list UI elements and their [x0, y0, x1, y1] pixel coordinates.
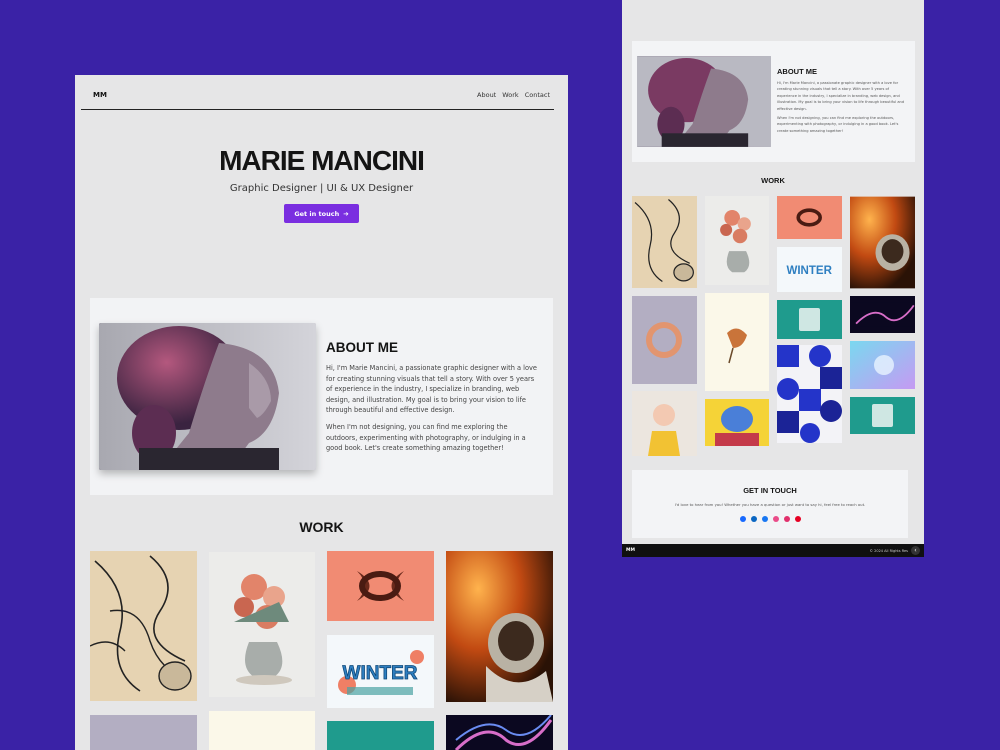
desktop-preview: MM About Work Contact MARIE MANCINI Grap…: [75, 75, 568, 750]
mobile-tile-lavender-ring[interactable]: [632, 296, 697, 384]
cta-label: Get in touch: [294, 209, 340, 218]
mobile-tile-astronaut[interactable]: [850, 196, 915, 289]
hero-subtitle: Graphic Designer | UI & UX Designer: [229, 183, 414, 194]
mobile-tile-bird[interactable]: [705, 293, 769, 391]
work-tile-floral-line-art[interactable]: [90, 551, 197, 701]
logo[interactable]: MM: [81, 89, 107, 99]
work-tile-lavender[interactable]: [90, 715, 197, 750]
work-tile-winter-type[interactable]: WINTER: [327, 635, 434, 708]
mobile-tile-packaging-2[interactable]: [850, 397, 915, 434]
portrait-illustration: [99, 323, 316, 470]
footer-logo[interactable]: MM: [626, 548, 635, 553]
mobile-tile-floral-line-art[interactable]: [632, 196, 697, 288]
footer: MM © 2024 All Rights Res ‹: [622, 544, 924, 557]
svg-text:WINTER: WINTER: [786, 265, 832, 277]
mobile-about-paragraph-1: Hi, I'm Marie Mancini, a passionate grap…: [777, 81, 905, 111]
mobile-tile-packaging[interactable]: [777, 300, 842, 339]
get-in-touch-button[interactable]: Get in touch ➔: [284, 204, 359, 223]
mobile-tile-character[interactable]: [705, 399, 769, 446]
footer-copyright: © 2024 All Rights Res: [869, 548, 909, 553]
contact-text: I'd love to hear from you! Whether you h…: [674, 502, 866, 507]
svg-text:WINTER: WINTER: [343, 663, 418, 684]
about-paragraph-1: Hi, I'm Marie Mancini, a passionate grap…: [326, 364, 537, 414]
about-title: ABOUT ME: [326, 340, 398, 355]
pinterest-icon[interactable]: [794, 516, 801, 522]
contact-section: GET IN TOUCH I'd love to hear from you! …: [632, 470, 908, 538]
facebook-icon[interactable]: [761, 516, 768, 522]
portrait-photo: [99, 323, 316, 470]
hero-name: MARIE MANCINI: [219, 145, 425, 176]
behance-icon[interactable]: [739, 516, 746, 522]
arrow-right-icon: ➔: [343, 209, 349, 218]
work-tile-dna[interactable]: [446, 715, 553, 750]
mobile-about-section: ABOUT ME Hi, I'm Marie Mancini, a passio…: [632, 41, 915, 162]
mobile-tile-dna[interactable]: [850, 296, 915, 333]
instagram-icon[interactable]: [783, 516, 790, 522]
nav-link-contact[interactable]: Contact: [525, 91, 550, 99]
work-tile-packaging[interactable]: [327, 721, 434, 750]
linkedin-icon[interactable]: [750, 516, 757, 522]
mobile-tile-girl-illustration[interactable]: [632, 391, 697, 456]
mobile-portrait-photo: [637, 56, 771, 147]
work-tile-logo-mark[interactable]: [327, 551, 434, 621]
footer-copyright-wrap: © 2024 All Rights Res ‹: [869, 546, 920, 555]
about-section: ABOUT ME Hi, I'm Marie Mancini, a passio…: [90, 298, 553, 495]
mobile-tile-geometric-pattern[interactable]: [777, 345, 842, 443]
mobile-tile-gradient-sphere[interactable]: [850, 341, 915, 389]
mobile-work-title: WORK: [761, 176, 785, 185]
mobile-tile-logo-mark[interactable]: [777, 196, 842, 239]
contact-title: GET IN TOUCH: [743, 486, 797, 495]
mobile-tile-winter-type[interactable]: WINTER: [777, 247, 842, 292]
nav-links: About Work Contact: [477, 89, 554, 99]
mobile-tile-flower-vase[interactable]: [705, 196, 769, 285]
nav-link-work[interactable]: Work: [502, 91, 518, 99]
chevron-left-icon[interactable]: ‹: [911, 546, 920, 555]
nav-link-about[interactable]: About: [477, 91, 496, 99]
work-tile-flower-vase[interactable]: [209, 552, 315, 697]
work-title: WORK: [299, 519, 344, 535]
about-paragraph-2: When I'm not designing, you can find me …: [326, 423, 526, 452]
work-tile-bird[interactable]: [209, 711, 315, 750]
fullpage-preview: ABOUT ME Hi, I'm Marie Mancini, a passio…: [622, 0, 924, 557]
social-links: [632, 516, 908, 522]
mobile-about-paragraph-2: When I'm not designing, you can find me …: [777, 116, 899, 133]
work-tile-astronaut[interactable]: [446, 551, 553, 702]
dribbble-icon[interactable]: [772, 516, 779, 522]
navbar: MM About Work Contact: [81, 89, 554, 110]
mobile-about-title: ABOUT ME: [777, 67, 817, 76]
